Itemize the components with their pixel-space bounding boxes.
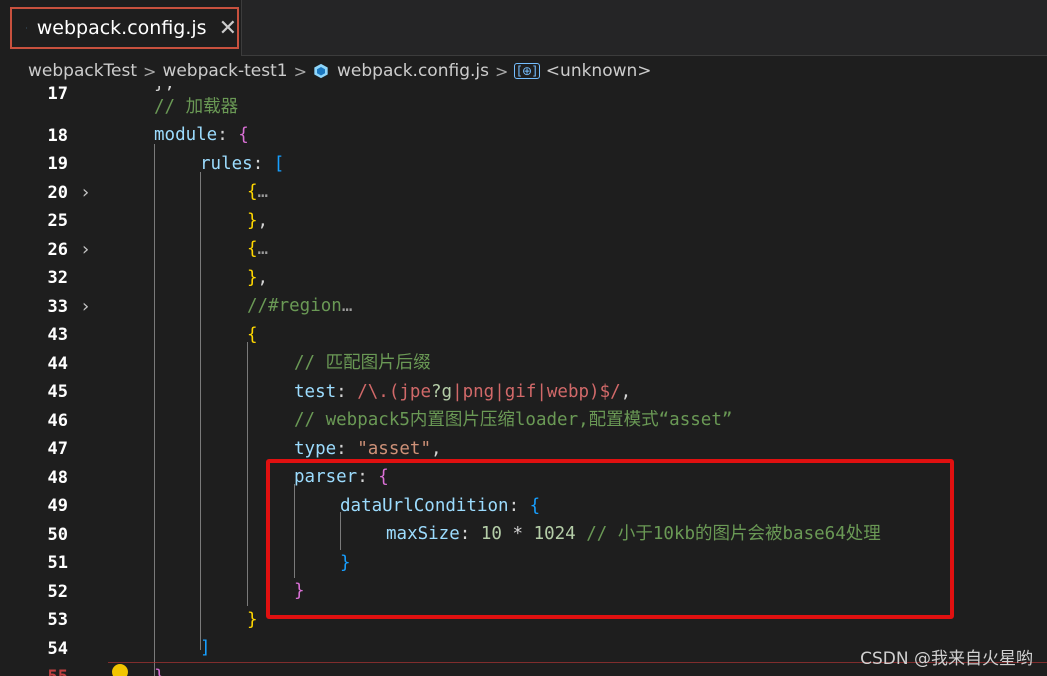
chevron-right-icon: > xyxy=(143,61,157,81)
code-line: } xyxy=(247,610,258,630)
line-number: 55 xyxy=(0,663,68,676)
code-line: rules: [ xyxy=(200,154,285,174)
tab-label: webpack.config.js xyxy=(36,17,207,39)
breadcrumb-item-symbol[interactable]: [⊕] <unknown> xyxy=(514,61,652,81)
annotation-highlight-box xyxy=(266,459,954,619)
line-number: 17 xyxy=(47,86,68,104)
line-number: 52 xyxy=(47,582,68,602)
symbol-variable-icon: [⊕] xyxy=(514,63,540,79)
lightbulb-icon[interactable] xyxy=(112,664,128,676)
code-line: ] xyxy=(200,638,211,658)
line-number: 47 xyxy=(47,439,68,459)
indent-guide xyxy=(200,172,201,650)
line-number: 45 xyxy=(47,382,68,402)
line-number: 50 xyxy=(47,525,68,545)
webpack-cube-icon xyxy=(26,27,27,29)
code-editor[interactable]: 17 18 19 20 25 26 32 33 43 44 45 46 47 4… xyxy=(0,86,1047,676)
code-line: // 加载器 xyxy=(154,93,238,122)
line-number: 44 xyxy=(47,354,68,374)
breadcrumb-item-webpacktest[interactable]: webpackTest xyxy=(28,61,137,81)
code-line: { xyxy=(247,325,258,345)
code-line: }, xyxy=(247,268,269,288)
line-number: 20 xyxy=(47,183,68,203)
line-number: 54 xyxy=(47,639,68,659)
code-line: // 匹配图片后缀 xyxy=(294,353,431,373)
tab-active-outline: webpack.config.js ✕ xyxy=(10,7,239,49)
fold-chevron-right-icon[interactable]: › xyxy=(82,179,98,207)
code-line: } xyxy=(154,663,165,676)
breadcrumb-symbol-label: <unknown> xyxy=(545,61,652,81)
line-number: 25 xyxy=(47,211,68,231)
line-number: 32 xyxy=(47,268,68,288)
fold-chevron-right-icon[interactable]: › xyxy=(82,293,98,321)
indent-guide xyxy=(247,342,248,606)
chevron-right-icon: > xyxy=(293,61,307,81)
breadcrumb-item-webpack-test1[interactable]: webpack-test1 xyxy=(162,61,287,81)
line-number: 48 xyxy=(47,468,68,488)
line-number: 33 xyxy=(47,297,68,317)
line-number-gutter: 17 18 19 20 25 26 32 33 43 44 45 46 47 4… xyxy=(0,86,108,676)
code-line: // webpack5内置图片压缩loader,配置模式“asset” xyxy=(294,410,733,430)
breadcrumb-item-file[interactable]: webpack.config.js xyxy=(313,61,489,81)
webpack-cube-icon xyxy=(314,63,328,79)
line-number: 18 xyxy=(47,126,68,146)
line-number: 53 xyxy=(47,610,68,630)
fold-chevron-right-icon[interactable]: › xyxy=(82,236,98,264)
code-line: {… xyxy=(247,239,269,259)
line-number: 43 xyxy=(47,325,68,345)
tab-webpack-config[interactable]: webpack.config.js ✕ xyxy=(0,0,242,56)
chevron-right-icon: > xyxy=(494,61,509,81)
line-number: 26 xyxy=(47,240,68,260)
breadcrumb-file-label: webpack.config.js xyxy=(337,61,489,81)
line-number: 49 xyxy=(47,496,68,516)
tab-bar: webpack.config.js ✕ xyxy=(0,0,1047,56)
code-line: module: { xyxy=(154,125,249,145)
watermark: CSDN @我来自火星哟 xyxy=(860,649,1033,669)
code-line: test: /\.(jpe?g|png|gif|webp)$/, xyxy=(294,382,632,402)
comment: // 加载器 xyxy=(154,97,239,117)
code-line: }, xyxy=(247,211,269,231)
line-number: 51 xyxy=(47,553,68,573)
line-number: 19 xyxy=(47,154,68,174)
code-line: {… xyxy=(247,182,269,202)
code-line: //#region… xyxy=(247,296,353,316)
indent-guide xyxy=(154,144,155,676)
close-icon[interactable]: ✕ xyxy=(219,16,237,41)
line-number: 46 xyxy=(47,411,68,431)
breadcrumb: webpackTest > webpack-test1 > webpack.co… xyxy=(0,56,1047,86)
